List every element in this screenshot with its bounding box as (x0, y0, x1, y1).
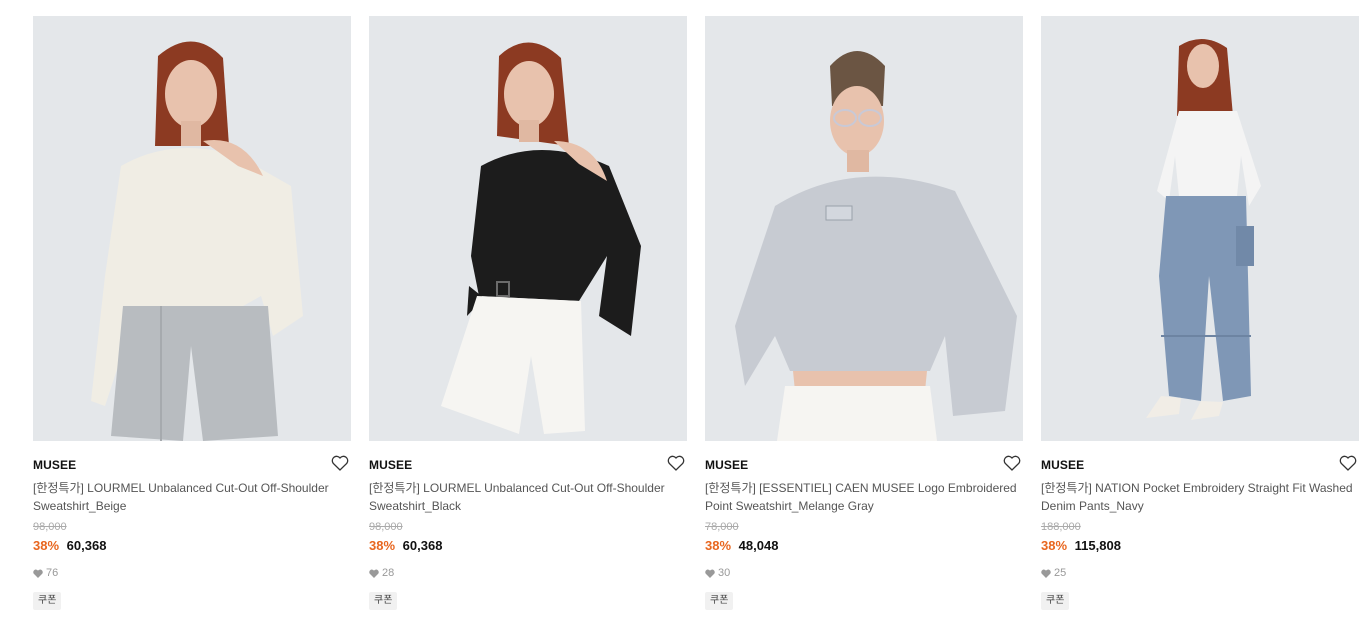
product-name[interactable]: [한정특가] LOURMEL Unbalanced Cut-Out Off-Sh… (33, 479, 351, 515)
likes-count: 28 (369, 567, 687, 579)
price-row: 38% 60,368 (369, 538, 687, 554)
heart-filled-icon (1041, 569, 1051, 578)
heart-filled-icon (369, 569, 379, 578)
wishlist-heart-icon[interactable] (331, 455, 349, 471)
brand-name[interactable]: MUSEE (33, 458, 76, 472)
product-card[interactable]: MUSEE [한정특가] NATION Pocket Embroidery St… (1041, 16, 1359, 610)
product-name[interactable]: [한정특가] LOURMEL Unbalanced Cut-Out Off-Sh… (369, 479, 687, 515)
brand-name[interactable]: MUSEE (705, 458, 748, 472)
product-card[interactable]: MUSEE [한정특가] [ESSENTIEL] CAEN MUSEE Logo… (705, 16, 1023, 610)
coupon-badge: 쿠폰 (369, 592, 398, 610)
heart-filled-icon (705, 569, 715, 578)
discount-rate: 38% (369, 538, 396, 553)
sale-price: 60,368 (66, 538, 107, 553)
product-photo-illustration (369, 16, 687, 441)
discount-rate: 38% (1041, 538, 1068, 553)
brand-row: MUSEE (705, 455, 1023, 477)
likes-count: 25 (1041, 567, 1359, 579)
coupon-badge: 쿠폰 (1041, 592, 1070, 610)
price-row: 38% 60,368 (33, 538, 351, 554)
coupon-badge: 쿠폰 (33, 592, 62, 610)
likes-value: 25 (1054, 567, 1067, 579)
brand-name[interactable]: MUSEE (369, 458, 412, 472)
product-name[interactable]: [한정특가] NATION Pocket Embroidery Straight… (1041, 479, 1359, 515)
likes-count: 30 (705, 567, 1023, 579)
wishlist-heart-icon[interactable] (1003, 455, 1021, 471)
sale-price: 48,048 (738, 538, 779, 553)
product-image[interactable] (33, 16, 351, 441)
sale-price: 60,368 (402, 538, 443, 553)
wishlist-heart-icon[interactable] (667, 455, 685, 471)
original-price: 98,000 (369, 521, 403, 533)
likes-value: 30 (718, 567, 731, 579)
likes-value: 28 (382, 567, 395, 579)
wishlist-heart-icon[interactable] (1339, 455, 1357, 471)
coupon-badge: 쿠폰 (705, 592, 734, 610)
likes-value: 76 (46, 567, 59, 579)
brand-row: MUSEE (33, 455, 351, 477)
product-grid: MUSEE [한정특가] LOURMEL Unbalanced Cut-Out … (0, 0, 1368, 624)
heart-filled-icon (33, 569, 43, 578)
discount-rate: 38% (33, 538, 60, 553)
likes-count: 76 (33, 567, 351, 579)
product-name[interactable]: [한정특가] [ESSENTIEL] CAEN MUSEE Logo Embro… (705, 479, 1023, 515)
brand-name[interactable]: MUSEE (1041, 458, 1084, 472)
price-row: 38% 115,808 (1041, 538, 1359, 554)
product-card[interactable]: MUSEE [한정특가] LOURMEL Unbalanced Cut-Out … (33, 16, 351, 610)
product-image[interactable] (1041, 16, 1359, 441)
brand-row: MUSEE (369, 455, 687, 477)
original-price: 98,000 (33, 521, 67, 533)
product-photo-illustration (33, 16, 351, 441)
product-card[interactable]: MUSEE [한정특가] LOURMEL Unbalanced Cut-Out … (369, 16, 687, 610)
product-image[interactable] (369, 16, 687, 441)
price-row: 38% 48,048 (705, 538, 1023, 554)
product-photo-illustration (1041, 16, 1359, 441)
original-price: 78,000 (705, 521, 739, 533)
brand-row: MUSEE (1041, 455, 1359, 477)
discount-rate: 38% (705, 538, 732, 553)
product-photo-illustration (705, 16, 1023, 441)
original-price: 188,000 (1041, 521, 1081, 533)
sale-price: 115,808 (1074, 538, 1121, 553)
product-image[interactable] (705, 16, 1023, 441)
